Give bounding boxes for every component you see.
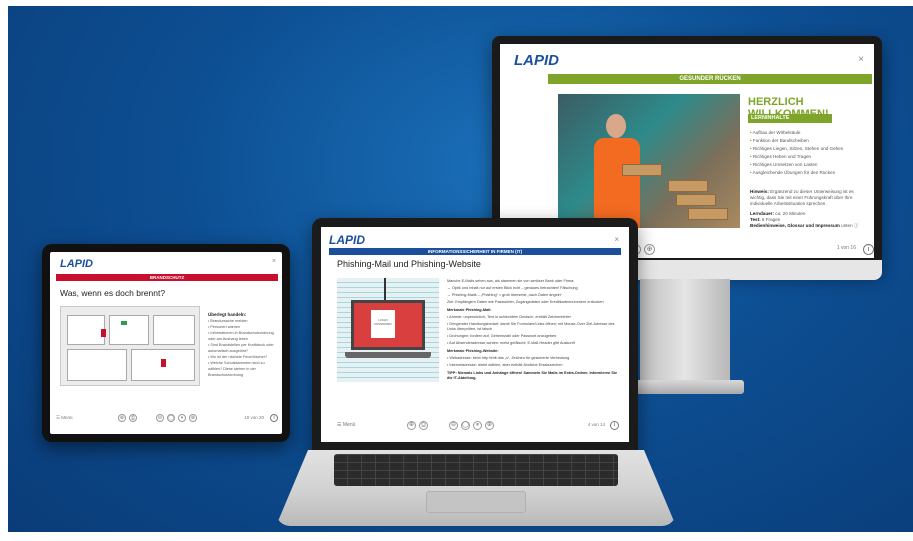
lapid-logo: LAPID bbox=[514, 52, 559, 69]
list-item: Richtiges Umsetzen von Lasten bbox=[750, 161, 843, 169]
print-icon[interactable]: ⎙ bbox=[419, 421, 428, 430]
usage-value: unten ⓘ bbox=[841, 223, 859, 228]
replay-icon[interactable]: ◯ bbox=[167, 414, 175, 422]
paragraph: • Webadresse: beim http fehlt das „s“, Z… bbox=[447, 356, 570, 360]
laptop-screen: LAPID × INFORMATIONSSICHERHEIT IN FIRMEN… bbox=[321, 227, 629, 442]
back-icon[interactable]: ⊖ bbox=[449, 421, 458, 430]
pause-icon[interactable]: ⏸ bbox=[473, 421, 482, 430]
course-footer: ☰ Menü ⊕ ⎙ ⊖ ◯ ⏸ ⊕ 10 von 20 i bbox=[56, 414, 278, 426]
list-item: Richtiges Liegen, Sitzen, Stehen und Geh… bbox=[750, 145, 843, 153]
menu-button[interactable]: ☰ Menü bbox=[337, 422, 355, 428]
tablet-screen: LAPID × BRANDSCHUTZ Was, wenn es doch br… bbox=[50, 252, 282, 434]
hero-scene: LAPID × GESUNDER RÜCKEN HERZLICH WILLKOM… bbox=[8, 6, 913, 532]
floor-plan-illustration bbox=[60, 306, 200, 386]
slide-title: Was, wenn es doch brennt? bbox=[60, 288, 166, 298]
section-heading: Merkmale Phishing-Website: bbox=[447, 349, 499, 353]
page-indicator: 1 von 16 bbox=[836, 245, 856, 251]
info-icon[interactable]: i bbox=[863, 244, 874, 255]
test-label: Test: bbox=[750, 217, 761, 222]
pause-icon[interactable]: ⏸ bbox=[178, 414, 186, 422]
list-item: Informationen in Brandschutzordnung oder… bbox=[208, 330, 276, 342]
laptop-trackpad bbox=[426, 491, 526, 513]
monitor-stand bbox=[640, 279, 730, 384]
tablet-device: LAPID × BRANDSCHUTZ Was, wenn es doch br… bbox=[42, 244, 290, 442]
info-icon[interactable]: i bbox=[610, 421, 619, 430]
side-list: Brandursache melden Personen warnen Info… bbox=[208, 318, 276, 378]
phishing-illustration: LOGIN PASSWORD bbox=[337, 278, 439, 382]
menu-button[interactable]: ☰ Menü bbox=[56, 415, 73, 421]
duration-label: Lerndauer: bbox=[750, 211, 774, 216]
paragraph: → Optik und Inhalt nur auf ersten Blick … bbox=[447, 286, 578, 290]
contents-list: Aufbau der Wirbelsäule Funktion der Band… bbox=[750, 129, 844, 177]
back-icon[interactable]: ⊖ bbox=[156, 414, 164, 422]
course-footer: ☰ Menü ⊕ ⎙ ⊖ ◯ ⏸ ⊕ 4 von 14 i bbox=[337, 421, 619, 433]
slide-text: Manche E-Mails sehen aus, als stammen si… bbox=[447, 279, 619, 383]
paragraph: • Auf Absenderadresse achten: meist gefä… bbox=[447, 341, 575, 345]
list-item: Richtiges Heben und Tragen bbox=[750, 153, 843, 161]
slide-title: Phishing-Mail und Phishing-Website bbox=[337, 259, 481, 269]
module-title-bar: GESUNDER RÜCKEN bbox=[548, 74, 872, 84]
paper-label: LOGIN PASSWORD bbox=[374, 318, 392, 326]
monitor-foot bbox=[626, 380, 744, 394]
worker-photo bbox=[558, 94, 740, 228]
list-item: Funktion der Bandscheiben bbox=[750, 137, 843, 145]
paragraph: Manche E-Mails sehen aus, als stammen si… bbox=[447, 279, 575, 283]
paragraph: • Drohungen: fordern auf, Geheimzahl ode… bbox=[447, 334, 557, 338]
usage-label: Bedienhinweise, Glossar und Impressum bbox=[750, 223, 840, 228]
page-indicator: 4 von 14 bbox=[587, 422, 605, 427]
side-title: Überlegt handeln: bbox=[208, 312, 247, 317]
lapid-logo: LAPID bbox=[329, 233, 365, 247]
module-title-bar: INFORMATIONSSICHERHEIT IN FIRMEN (IT) bbox=[329, 248, 621, 255]
info-notes: Hinweis: Ergänzend zu dieser Unterweisun… bbox=[750, 189, 870, 229]
forward-icon[interactable]: ⊕ bbox=[644, 244, 655, 255]
close-icon[interactable]: × bbox=[272, 258, 276, 265]
paragraph: • Anrede: unpersönlich, Text in schlecht… bbox=[447, 315, 571, 319]
lapid-logo: LAPID bbox=[60, 258, 93, 270]
forward-icon[interactable]: ⊕ bbox=[485, 421, 494, 430]
paragraph: Ziel: Empfängern Daten wie Passwörter, Z… bbox=[447, 300, 604, 304]
duration-value: ca. 20 Minuten bbox=[775, 211, 806, 216]
info-icon[interactable]: i bbox=[270, 414, 278, 422]
paragraph: • Internetadresse: direkt wählen, aber e… bbox=[447, 363, 563, 367]
tip-text: TIPP: Niemals Links und Anhänge öffnen! … bbox=[447, 371, 618, 380]
page-indicator: 10 von 20 bbox=[244, 415, 264, 420]
list-item: Ausgleichende Übungen für den Rücken bbox=[750, 169, 843, 177]
zoom-icon[interactable]: ⊕ bbox=[118, 414, 126, 422]
contents-bar: LERNINHALTE bbox=[748, 114, 832, 123]
list-item: Aufbau der Wirbelsäule bbox=[750, 129, 843, 137]
section-heading: Merkmale Phishing-Mail: bbox=[447, 308, 492, 312]
close-icon[interactable]: × bbox=[858, 54, 864, 65]
login-paper: LOGIN PASSWORD bbox=[371, 310, 395, 338]
paragraph: • Dringender Handlungsbedarf: damit Sie … bbox=[447, 322, 615, 331]
hint-label: Hinweis: bbox=[750, 189, 769, 194]
replay-icon[interactable]: ◯ bbox=[461, 421, 470, 430]
list-item: Sind Brandstellen per Kraftdruck oder au… bbox=[208, 342, 276, 354]
list-item: Welche Schutzkammern sind zu wählen? Die… bbox=[208, 360, 276, 378]
module-title-bar: BRANDSCHUTZ bbox=[56, 274, 278, 281]
zoom-icon[interactable]: ⊕ bbox=[407, 421, 416, 430]
forward-icon[interactable]: ⊕ bbox=[189, 414, 197, 422]
laptop-lid: LAPID × INFORMATIONSSICHERHEIT IN FIRMEN… bbox=[312, 218, 638, 452]
paragraph: → Phishing-Mails – „Phishing“ = grob übe… bbox=[447, 293, 562, 297]
test-value: 6 Fragen bbox=[761, 217, 781, 222]
laptop-keyboard bbox=[334, 454, 618, 486]
close-icon[interactable]: × bbox=[614, 235, 619, 244]
print-icon[interactable]: ⎙ bbox=[129, 414, 137, 422]
